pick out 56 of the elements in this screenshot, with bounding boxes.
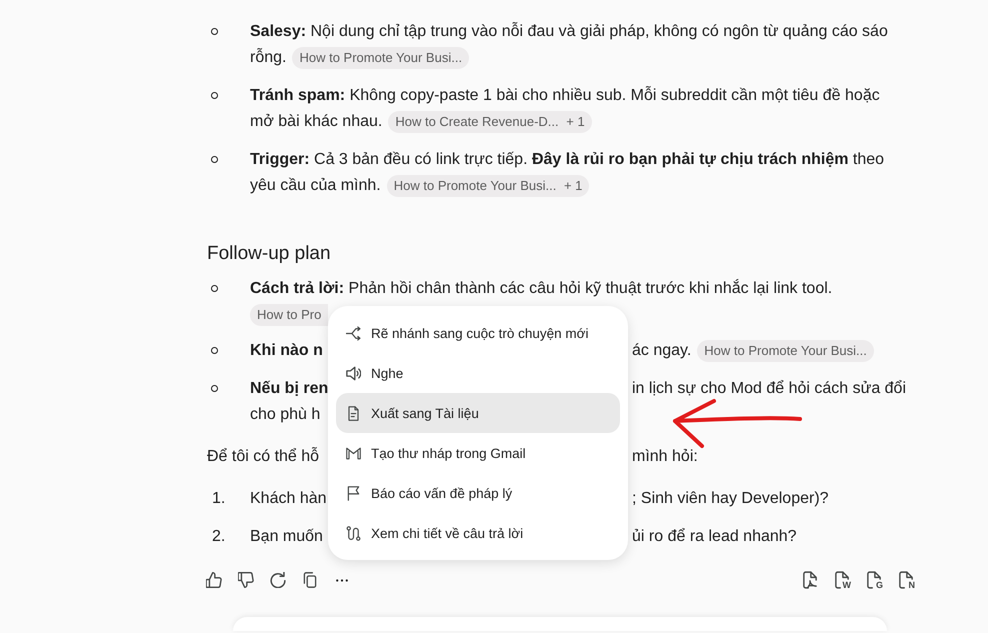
paragraph-text: Để tôi có thể hỗ bbox=[207, 448, 320, 465]
list-number: 1. bbox=[211, 489, 226, 509]
bullet-icon bbox=[211, 28, 218, 35]
bullet-icon bbox=[211, 385, 218, 392]
tip-text: mở bài khác nhau. bbox=[250, 113, 382, 130]
tip-text: Tránh spam: Không copy-paste 1 bài cho nhiều sub. Mỗi subreddit cần một tiêu đề hoặc bbox=[250, 87, 880, 104]
plan-label: Nếu bị ren bbox=[250, 380, 328, 397]
list-number: 2. bbox=[211, 527, 226, 547]
bullet-icon bbox=[211, 347, 218, 354]
file-icon bbox=[899, 571, 913, 589]
mail-icon bbox=[346, 446, 361, 460]
menu-item[interactable]: Báo cáo vấn đề pháp lý bbox=[336, 473, 620, 513]
tip-text: Salesy: Nội dung chỉ tập trung vào nỗi đau và giải pháp, không có ngôn từ quảng cáo sáo bbox=[250, 23, 888, 40]
flag-icon bbox=[346, 486, 361, 500]
source-chip[interactable]: How to Create Revenue-D... + 1 bbox=[388, 110, 592, 133]
source-chip[interactable]: How to Promote Your Busi... bbox=[697, 340, 874, 362]
tip-text: Trigger: Cả 3 bản đều có link trực tiếp. Đây là rủi ro bạn phải tự chịu trách nhiệm theo bbox=[250, 151, 884, 168]
branch-arrows-icon bbox=[346, 326, 361, 340]
source-chip[interactable]: How to Promote Your Busi... + 1 bbox=[386, 174, 590, 197]
section-heading: Follow-up plan bbox=[207, 242, 332, 266]
file-icon bbox=[835, 571, 849, 589]
file-icon bbox=[867, 571, 881, 589]
thumbs-up-icon bbox=[206, 572, 222, 588]
bullet-icon bbox=[211, 156, 218, 163]
menu-item[interactable]: Nghe bbox=[336, 353, 620, 393]
source-chip[interactable]: How to Promote Your Busi... bbox=[292, 46, 470, 69]
file-export-button[interactable]: N bbox=[892, 566, 920, 594]
tip-text: rỗng. bbox=[250, 49, 286, 66]
thumbs-down-icon bbox=[238, 572, 254, 588]
tip-text: yêu cầu của mình. bbox=[250, 177, 381, 194]
question-text: ; Sinh viên hay Developer)? bbox=[632, 490, 829, 507]
route-icon bbox=[346, 526, 361, 540]
file-export-button[interactable]: G bbox=[860, 566, 888, 594]
menu-item[interactable]: Xuất sang Tài liệu bbox=[336, 393, 620, 433]
menu-item[interactable]: Xem chi tiết về câu trả lời bbox=[336, 513, 620, 553]
refresh-icon bbox=[270, 572, 286, 588]
question-text: Bạn muốn bbox=[250, 528, 323, 545]
more-icon bbox=[336, 578, 348, 582]
menu-item[interactable]: Tạo thư nháp trong Gmail bbox=[336, 433, 620, 473]
file-export-button[interactable]: W bbox=[828, 566, 856, 594]
source-chip[interactable]: How to Pro bbox=[250, 304, 328, 326]
copy-icon bbox=[302, 572, 318, 588]
file-icon bbox=[803, 571, 817, 589]
question-text: Khách hàn bbox=[250, 490, 327, 507]
plan-text: in lịch sự cho Mod để hỏi cách sửa đổi bbox=[632, 380, 906, 397]
document-icon bbox=[346, 406, 361, 420]
paragraph-text: mình hỏi: bbox=[632, 448, 698, 465]
plan-label: Khi nào n bbox=[250, 342, 323, 359]
question-text: ủi ro để ra lead nhanh? bbox=[632, 528, 797, 545]
menu-item[interactable]: Rẽ nhánh sang cuộc trò chuyện mới bbox=[336, 313, 620, 353]
speaker-icon bbox=[346, 366, 361, 380]
bullet-icon bbox=[211, 285, 218, 292]
bullet-icon bbox=[211, 92, 218, 99]
plan-text: cho phù h bbox=[250, 406, 320, 423]
plan-text: Cách trả lời: Phản hồi chân thành các câu hỏi kỹ thuật trước khi nhắc lại link tool. bbox=[250, 280, 832, 297]
plan-text: ác ngay. bbox=[632, 342, 692, 359]
